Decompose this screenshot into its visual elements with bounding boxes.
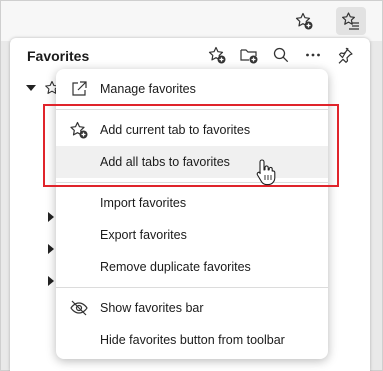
- menu-item-remove-duplicates[interactable]: Remove duplicate favorites: [56, 251, 328, 283]
- tree-collapse-arrow[interactable]: [48, 276, 54, 286]
- add-to-favorites-button[interactable]: [289, 7, 319, 35]
- favorites-button[interactable]: [336, 7, 366, 35]
- search-icon: [273, 47, 289, 63]
- browser-toolbar: [1, 1, 382, 41]
- menu-item-export-favorites[interactable]: Export favorites: [56, 219, 328, 251]
- menu-item-label: Export favorites: [100, 228, 187, 242]
- menu-separator: [56, 287, 328, 288]
- add-favorite-button[interactable]: [206, 44, 228, 66]
- pin-icon: [338, 47, 353, 64]
- menu-item-label: Hide favorites button from toolbar: [100, 333, 285, 347]
- more-options-button[interactable]: [302, 44, 324, 66]
- tree-collapse-arrow[interactable]: [48, 212, 54, 222]
- menu-item-manage-favorites[interactable]: Manage favorites: [56, 73, 328, 105]
- menu-item-hide-favorites-button[interactable]: Hide favorites button from toolbar: [56, 324, 328, 356]
- hand-cursor-icon: [256, 159, 276, 186]
- folder-add-icon: [240, 49, 258, 64]
- menu-item-label: Show favorites bar: [100, 301, 204, 315]
- star-add-icon: [208, 46, 226, 64]
- highlight-box: [43, 104, 339, 187]
- menu-item-show-favorites-bar[interactable]: Show favorites bar: [56, 292, 328, 324]
- star-add-icon: [295, 12, 313, 30]
- add-folder-button[interactable]: [238, 44, 260, 66]
- tree-collapse-arrow[interactable]: [48, 244, 54, 254]
- more-icon: [306, 53, 320, 57]
- panel-title: Favorites: [27, 48, 90, 64]
- menu-item-label: Manage favorites: [100, 82, 196, 96]
- menu-item-label: Remove duplicate favorites: [100, 260, 251, 274]
- tree-expand-arrow[interactable]: [26, 85, 36, 91]
- menu-item-label: Import favorites: [100, 196, 187, 210]
- menu-item-import-favorites[interactable]: Import favorites: [56, 187, 328, 219]
- external-link-icon: [72, 81, 87, 96]
- pin-button[interactable]: [334, 44, 356, 66]
- favorites-list-icon: [342, 12, 359, 30]
- search-button[interactable]: [270, 44, 292, 66]
- eye-off-icon: [70, 300, 88, 316]
